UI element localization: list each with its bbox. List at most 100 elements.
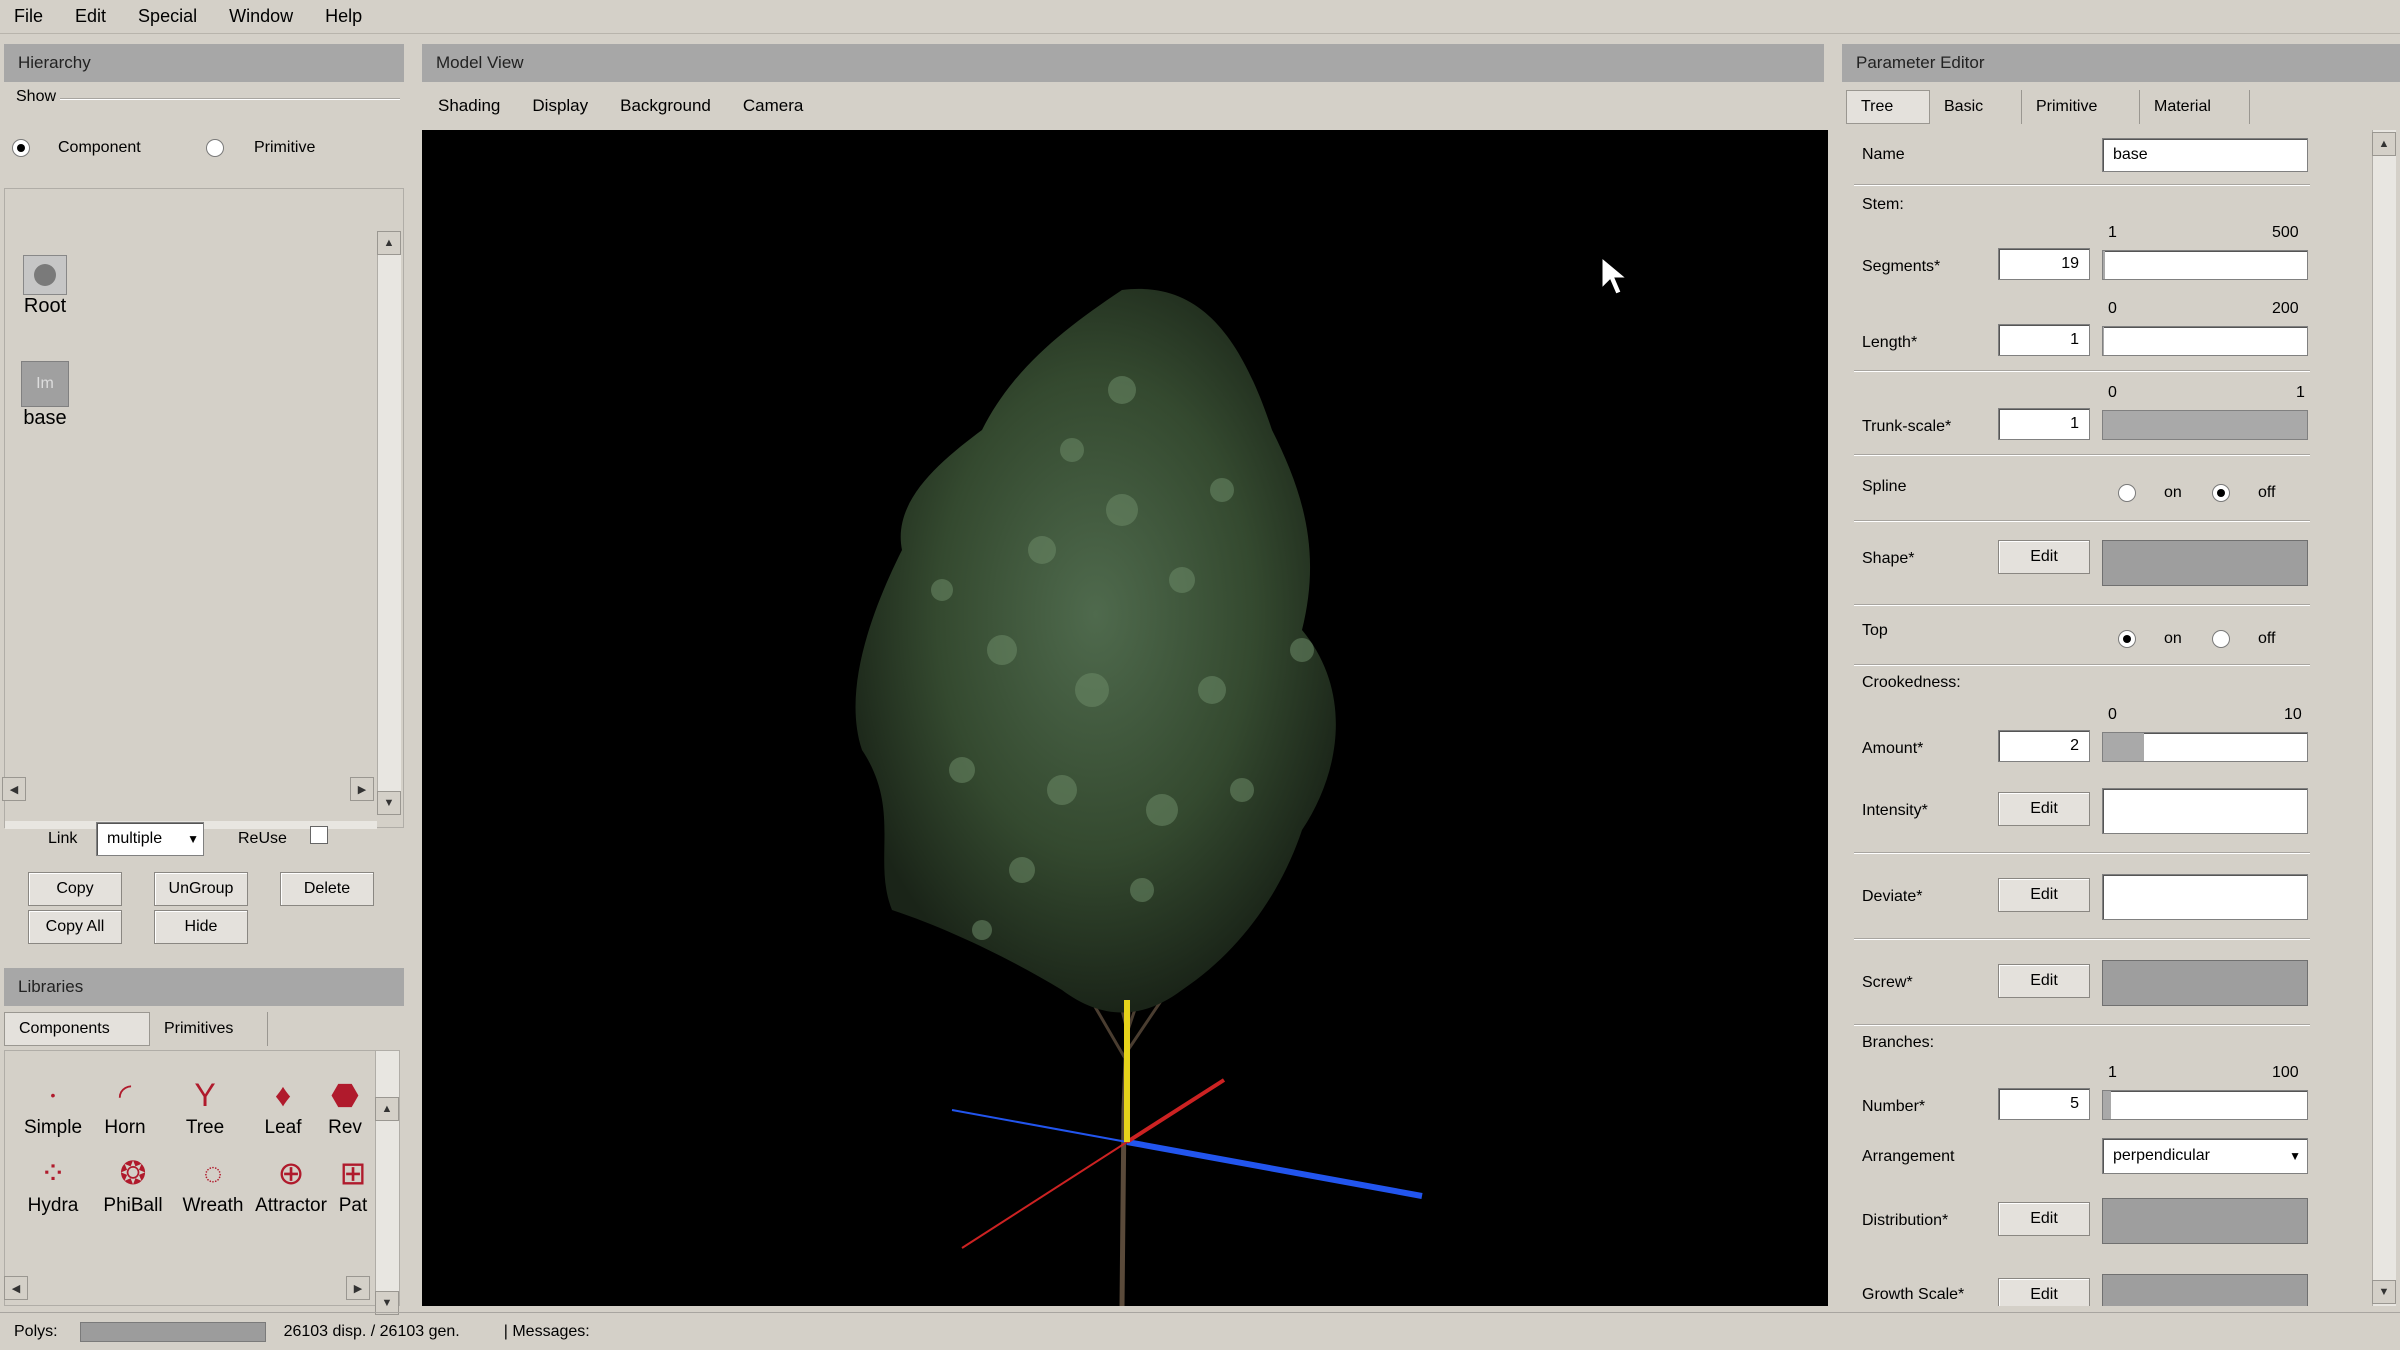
top-off-radio[interactable] — [2212, 630, 2230, 648]
lib-label-simple: Simple — [23, 1117, 83, 1138]
crookedness-label: Crookedness: — [1862, 674, 1961, 691]
hierarchy-vscroll[interactable] — [377, 231, 401, 791]
divider — [1854, 520, 2310, 522]
library-scroll-right[interactable]: ▶ — [346, 1276, 370, 1300]
number-slider[interactable] — [2102, 1090, 2308, 1120]
arrangement-label: Arrangement — [1862, 1148, 1955, 1165]
polys-progress-bar — [79, 1321, 266, 1342]
library-vscroll[interactable] — [375, 1051, 399, 1307]
menu-camera[interactable]: Camera — [743, 96, 803, 116]
axis-z — [1126, 1139, 1423, 1199]
hierarchy-scroll-up[interactable]: ▲ — [377, 231, 401, 255]
delete-button[interactable]: Delete — [280, 872, 374, 906]
trunk-scale-slider[interactable] — [2102, 410, 2308, 440]
param-scroll-up[interactable]: ▲ — [2372, 132, 2396, 156]
segments-field[interactable]: 19 — [1998, 248, 2090, 280]
top-on-label: on — [2164, 630, 2182, 647]
deviate-curve[interactable] — [2102, 874, 2308, 920]
spline-off-radio[interactable] — [2212, 484, 2230, 502]
lib-item-rev[interactable]: ⬣ Rev — [319, 1073, 371, 1139]
amount-field[interactable]: 2 — [1998, 730, 2090, 762]
tab-primitive[interactable]: Primitive — [2022, 90, 2140, 124]
distribution-curve[interactable] — [2102, 1198, 2308, 1244]
simple-icon: • — [50, 1087, 56, 1103]
hierarchy-scroll-left[interactable]: ◀ — [2, 777, 26, 801]
tab-tree[interactable]: Tree — [1846, 90, 1930, 124]
length-slider[interactable] — [2102, 326, 2308, 356]
tab-basic[interactable]: Basic — [1930, 90, 2022, 124]
copy-button[interactable]: Copy — [28, 872, 122, 906]
spline-on-label: on — [2164, 484, 2182, 501]
library-scroll-up[interactable]: ▲ — [375, 1097, 399, 1121]
reuse-checkbox[interactable] — [310, 826, 328, 844]
menu-edit[interactable]: Edit — [75, 6, 106, 27]
lib-label-pat: Pat — [338, 1195, 368, 1216]
param-editor-title: Parameter Editor — [1842, 44, 2400, 82]
growth-scale-edit-button[interactable]: Edit — [1998, 1278, 2090, 1306]
menu-shading[interactable]: Shading — [438, 96, 500, 116]
menu-window[interactable]: Window — [229, 6, 293, 27]
lib-label-hydra: Hydra — [27, 1195, 79, 1216]
tab-primitives[interactable]: Primitives — [150, 1012, 268, 1046]
arrangement-select[interactable]: perpendicular ▼ — [2102, 1138, 2308, 1174]
number-field[interactable]: 5 — [1998, 1088, 2090, 1120]
arrangement-value: perpendicular — [2113, 1147, 2210, 1164]
screw-curve[interactable] — [2102, 960, 2308, 1006]
spline-label: Spline — [1862, 478, 1907, 495]
hierarchy-scroll-right[interactable]: ▶ — [350, 777, 374, 801]
screw-edit-button[interactable]: Edit — [1998, 964, 2090, 998]
shape-edit-button[interactable]: Edit — [1998, 540, 2090, 574]
lib-item-horn[interactable]: ◜ Horn — [85, 1073, 165, 1139]
param-vscroll[interactable] — [2372, 130, 2396, 1306]
segments-slider[interactable] — [2102, 250, 2308, 280]
primitive-radio[interactable] — [206, 139, 224, 157]
lib-item-simple[interactable]: • Simple — [13, 1073, 93, 1139]
ungroup-button[interactable]: UnGroup — [154, 872, 248, 906]
tab-components[interactable]: Components — [4, 1012, 150, 1046]
node-root[interactable]: Root — [15, 255, 75, 318]
menu-file[interactable]: File — [14, 6, 43, 27]
menu-background[interactable]: Background — [620, 96, 711, 116]
trunk-scale-label: Trunk-scale* — [1862, 418, 1952, 435]
lib-item-tree[interactable]: Y Tree — [165, 1073, 245, 1139]
param-editor-content: Name base Stem: 1 500 Segments* 19 0 200… — [1846, 130, 2370, 1306]
menu-display[interactable]: Display — [532, 96, 588, 116]
library-scroll-left[interactable]: ◀ — [4, 1276, 28, 1300]
deviate-edit-button[interactable]: Edit — [1998, 878, 2090, 912]
branches-label: Branches: — [1862, 1034, 1935, 1051]
lib-label-wreath: Wreath — [182, 1195, 244, 1216]
growth-scale-curve[interactable] — [2102, 1274, 2308, 1306]
lib-item-phiball[interactable]: ❂ PhiBall — [93, 1151, 173, 1217]
intensity-curve[interactable] — [2102, 788, 2308, 834]
copy-all-button[interactable]: Copy All — [28, 910, 122, 944]
node-base[interactable]: Im base — [15, 361, 75, 430]
amount-slider[interactable] — [2102, 732, 2308, 762]
menu-special[interactable]: Special — [138, 6, 197, 27]
spline-on-radio[interactable] — [2118, 484, 2136, 502]
shape-curve[interactable] — [2102, 540, 2308, 586]
model-viewport[interactable] — [422, 130, 1828, 1307]
amount-max: 10 — [2284, 706, 2302, 723]
hierarchy-scroll-down[interactable]: ▼ — [377, 791, 401, 815]
link-label: Link — [48, 830, 78, 847]
component-radio[interactable] — [12, 139, 30, 157]
tab-material[interactable]: Material — [2140, 90, 2250, 124]
reuse-label: ReUse — [238, 830, 287, 847]
distribution-edit-button[interactable]: Edit — [1998, 1202, 2090, 1236]
top-on-radio[interactable] — [2118, 630, 2136, 648]
name-field[interactable]: base — [2102, 138, 2308, 172]
lib-item-wreath[interactable]: ◌ Wreath — [173, 1151, 253, 1217]
trunk-scale-field[interactable]: 1 — [1998, 408, 2090, 440]
hide-button[interactable]: Hide — [154, 910, 248, 944]
menu-help[interactable]: Help — [325, 6, 362, 27]
lib-item-attractor[interactable]: ⊕ Attractor — [245, 1151, 337, 1217]
link-select[interactable]: multiple ▼ — [96, 822, 204, 856]
amount-min: 0 — [2108, 706, 2117, 723]
length-field[interactable]: 1 — [1998, 324, 2090, 356]
tree-render — [855, 256, 1628, 1307]
intensity-edit-button[interactable]: Edit — [1998, 792, 2090, 826]
param-scroll-down[interactable]: ▼ — [2372, 1280, 2396, 1304]
lib-item-leaf[interactable]: ♦ Leaf — [243, 1073, 323, 1139]
lib-item-hydra[interactable]: ⁘ Hydra — [13, 1151, 93, 1217]
lib-item-pat[interactable]: ⊞ Pat — [331, 1151, 375, 1217]
